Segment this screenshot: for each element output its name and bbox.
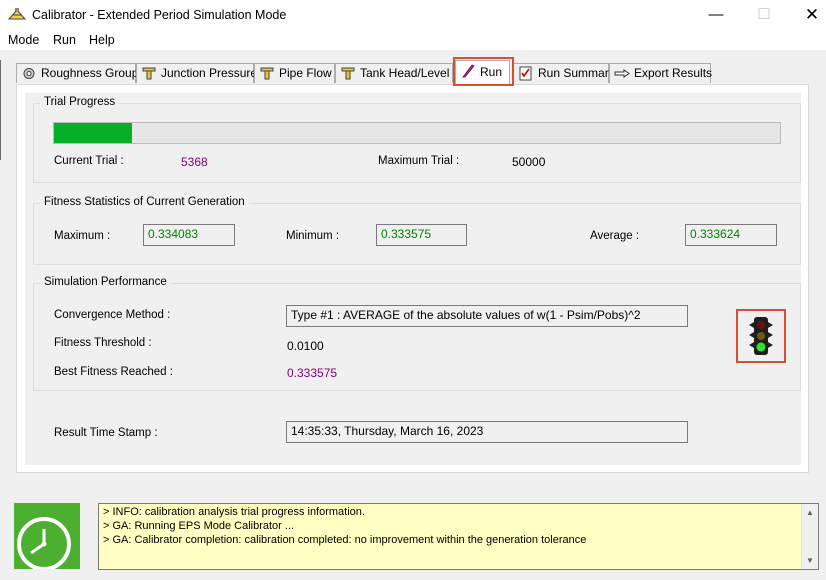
tab-strip: Roughness Group Junction Pressure Pipe F… [16,60,816,85]
pipe-fitting-icon [341,67,355,80]
best-fitness-value: 0.333575 [287,366,338,380]
tab-label: Roughness Group [41,66,139,80]
pipe-fitting-icon [142,67,156,80]
run-panel: Trial Progress Current Trial : 5368 Maxi… [16,84,809,473]
fitness-maximum-label: Maximum : [54,230,111,242]
title-bar: Calibrator - Extended Period Simulation … [0,0,826,30]
tab-label: Tank Head/Level [360,66,450,80]
current-trial-value: 5368 [181,155,208,169]
tab-label: Export Results [634,66,713,80]
tab-tank-head-level[interactable]: Tank Head/Level [335,63,453,83]
traffic-light-icon [749,317,773,355]
log-scrollbar[interactable]: ▲ ▼ [801,504,818,569]
message-log[interactable]: > INFO: calibration analysis trial progr… [98,503,819,570]
max-trial-value: 50000 [512,155,546,169]
tab-run-summary[interactable]: Run Summary [513,63,615,83]
minimize-button[interactable]: — [696,4,736,26]
close-button[interactable]: ✕ [792,4,826,26]
pipe-fitting-icon [260,67,274,80]
menu-help[interactable]: Help [89,33,115,47]
current-trial-label: Current Trial : [54,155,124,167]
fitness-average-field: 0.333624 [685,224,777,246]
menu-mode[interactable]: Mode [8,33,39,47]
tab-label: Pipe Flow [279,66,332,80]
result-timestamp-field: 14:35:33, Thursday, March 16, 2023 [286,421,688,443]
menu-run[interactable]: Run [53,33,76,47]
window-edge [0,60,1,160]
best-fitness-label: Best Fitness Reached : [54,366,173,378]
fitness-maximum-field: 0.334083 [143,224,235,246]
fitness-threshold-label: Fitness Threshold : [54,337,152,349]
result-timestamp-label: Result Time Stamp : [54,427,158,439]
group-title: Trial Progress [40,96,120,108]
trial-progress-bar [53,122,781,144]
log-line: > GA: Running EPS Mode Calibrator ... [103,520,295,532]
max-trial-label: Maximum Trial : [378,155,460,167]
tab-junction-pressure[interactable]: Junction Pressure [136,63,258,83]
tab-label: Run Summary [538,66,615,80]
maximize-button[interactable]: ☐ [744,4,784,26]
run-panel-content: Trial Progress Current Trial : 5368 Maxi… [25,93,801,465]
tab-export-results[interactable]: Export Results [609,63,713,83]
gear-icon [23,68,35,79]
fitness-threshold-value: 0.0100 [287,339,324,353]
group-title: Fitness Statistics of Current Generation [40,196,249,208]
menu-bar: Mode Run Help [0,30,826,50]
pointing-hand-icon [614,69,630,78]
calibrator-app-icon [8,8,26,20]
tab-pipe-flow[interactable]: Pipe Flow [254,63,335,83]
scroll-down-icon[interactable]: ▼ [802,552,818,569]
tab-label: Junction Pressure [161,66,258,80]
log-line: > INFO: calibration analysis trial progr… [103,506,365,518]
scroll-up-icon[interactable]: ▲ [802,504,818,521]
progress-fill [54,123,132,143]
convergence-method-label: Convergence Method : [54,309,171,321]
tab-roughness-group[interactable]: Roughness Group [16,63,139,83]
fitness-average-label: Average : [590,230,640,242]
checklist-icon [519,66,532,81]
convergence-method-field: Type #1 : AVERAGE of the absolute values… [286,305,688,327]
window-title: Calibrator - Extended Period Simulation … [32,8,287,22]
group-title: Simulation Performance [40,276,171,288]
fitness-minimum-field: 0.333575 [376,224,467,246]
fitness-minimum-label: Minimum : [286,230,340,242]
traffic-light-highlight [736,309,786,363]
log-line: > GA: Calibrator completion: calibration… [103,534,587,546]
run-tab-highlight [453,57,514,86]
clock-icon [14,503,80,569]
